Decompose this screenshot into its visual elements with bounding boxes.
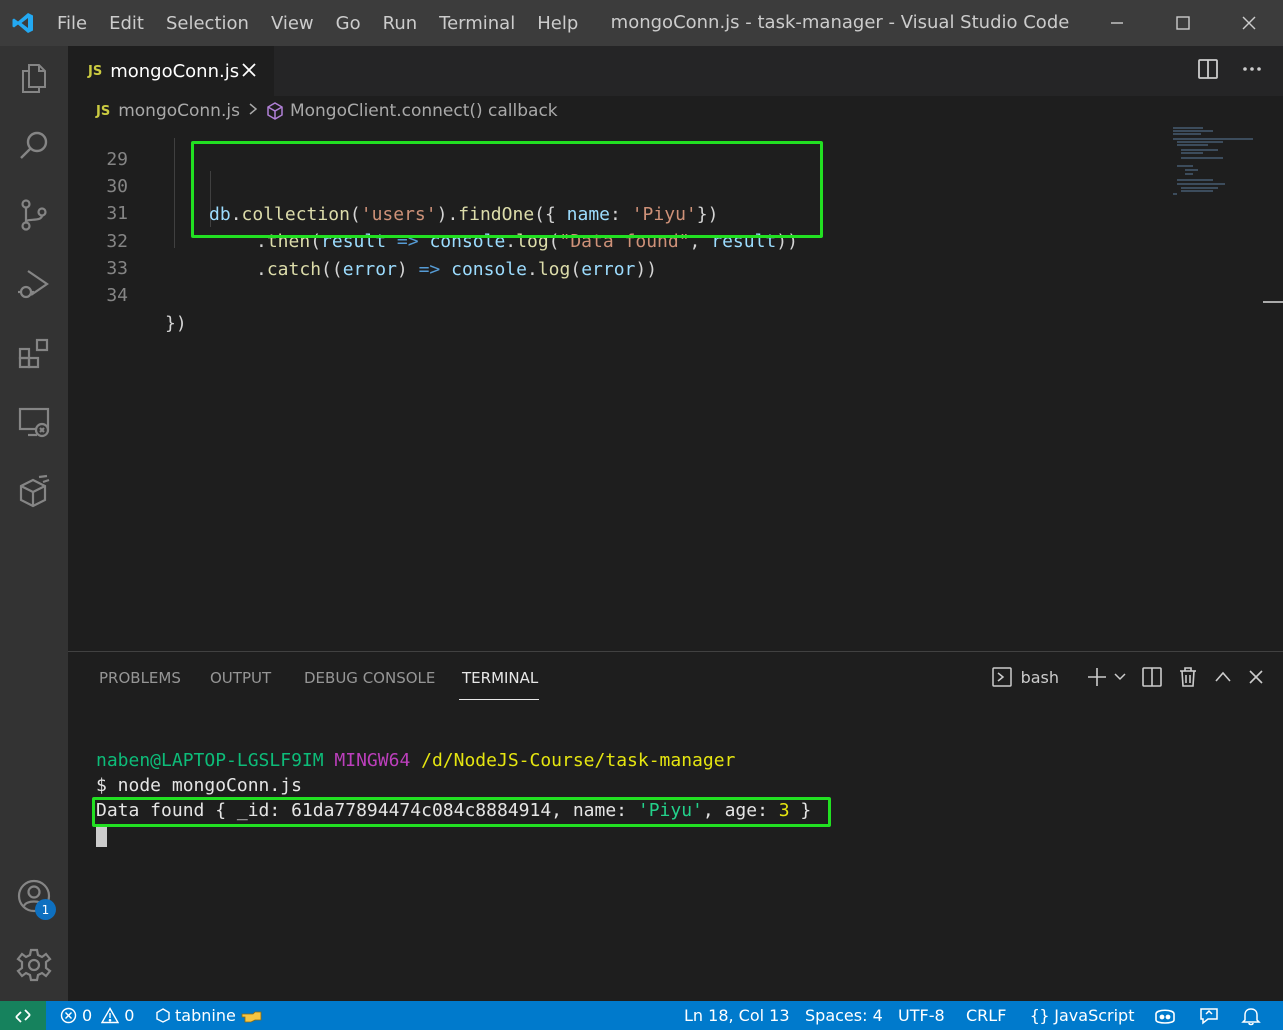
split-editor-icon[interactable] xyxy=(1197,58,1219,84)
terminal-prompt-line: naben@LAPTOP-LGSLF9IM MINGW64 /d/NodeJS-… xyxy=(96,749,735,773)
manage-gear-icon[interactable] xyxy=(12,943,56,987)
new-terminal-icon[interactable] xyxy=(1087,667,1107,687)
language-mode[interactable]: {} JavaScript xyxy=(1030,1006,1134,1025)
encoding-status[interactable]: UTF-8 xyxy=(898,1006,945,1025)
menu-file[interactable]: File xyxy=(46,13,98,34)
menu-selection[interactable]: Selection xyxy=(155,13,260,34)
close-panel-icon[interactable] xyxy=(1247,668,1265,686)
feedback-icon[interactable] xyxy=(1199,1006,1219,1026)
terminal-shell-name[interactable]: bash xyxy=(1021,668,1059,687)
js-file-icon: JS xyxy=(88,63,103,79)
breadcrumb: JS mongoConn.js MongoClient.connect() ca… xyxy=(68,96,1283,126)
remote-indicator-icon[interactable] xyxy=(0,1001,46,1030)
window-title: mongoConn.js - task-manager - Visual Stu… xyxy=(610,12,1070,33)
run-debug-icon[interactable] xyxy=(12,262,56,306)
eol-status[interactable]: CRLF xyxy=(966,1006,1006,1025)
pointing-hand-icon xyxy=(241,1008,263,1024)
package-extension-icon[interactable] xyxy=(12,469,56,513)
notifications-bell-icon[interactable] xyxy=(1241,1006,1261,1026)
cursor-position[interactable]: Ln 18, Col 13 xyxy=(684,1006,790,1025)
tab-debug-console[interactable]: DEBUG CONSOLE xyxy=(304,669,435,687)
source-control-icon[interactable] xyxy=(12,193,56,237)
terminal-cursor xyxy=(96,827,107,847)
menu-go[interactable]: Go xyxy=(325,13,372,34)
close-tab-icon[interactable] xyxy=(238,59,260,85)
vscode-logo-icon xyxy=(0,0,46,46)
minimize-button[interactable] xyxy=(1084,0,1150,46)
accounts-badge: 1 xyxy=(35,899,56,920)
tab-mongoconn-js[interactable]: JS mongoConn.js xyxy=(68,46,274,96)
line-number: 34 xyxy=(106,285,128,306)
menu-terminal[interactable]: Terminal xyxy=(428,13,526,34)
editor-actions xyxy=(1197,58,1263,84)
terminal-env: MINGW64 xyxy=(334,750,411,771)
explorer-icon[interactable] xyxy=(12,56,56,100)
more-actions-icon[interactable] xyxy=(1241,58,1263,84)
copilot-icon[interactable] xyxy=(1153,1006,1177,1026)
extensions-icon[interactable] xyxy=(12,331,56,375)
menu-run[interactable]: Run xyxy=(372,13,429,34)
chevron-right-icon xyxy=(248,101,258,121)
menu-bar: File Edit Selection View Go Run Terminal… xyxy=(46,0,589,46)
menu-view[interactable]: View xyxy=(260,13,325,34)
tab-label: mongoConn.js xyxy=(110,60,240,82)
trash-icon[interactable] xyxy=(1177,666,1199,688)
activity-bar: 1 xyxy=(0,46,68,1001)
maximize-panel-icon[interactable] xyxy=(1213,667,1233,687)
close-window-button[interactable] xyxy=(1216,0,1282,46)
error-count: 0 xyxy=(82,1006,93,1025)
minimap[interactable] xyxy=(1163,126,1258,206)
split-terminal-icon[interactable] xyxy=(1141,666,1163,688)
warning-count: 0 xyxy=(124,1006,135,1025)
tabnine-label: tabnine xyxy=(175,1006,236,1025)
terminal-shell-icon xyxy=(991,666,1013,688)
maximize-button[interactable] xyxy=(1150,0,1216,46)
panel-actions: bash xyxy=(991,666,1265,688)
indentation-status[interactable]: Spaces: 4 xyxy=(805,1006,883,1025)
active-tab-indicator xyxy=(459,699,539,700)
code-highlight-box xyxy=(191,141,823,238)
breadcrumb-file[interactable]: mongoConn.js xyxy=(118,101,240,121)
tab-problems[interactable]: PROBLEMS xyxy=(99,669,181,687)
status-bar: 0 0 tabnine Ln 18, Col 13 Spaces: 4 UTF-… xyxy=(0,1001,1283,1030)
title-bar: File Edit Selection View Go Run Terminal… xyxy=(0,0,1283,46)
error-icon xyxy=(60,1007,77,1024)
problems-status[interactable]: 0 0 xyxy=(60,1006,134,1025)
search-icon[interactable] xyxy=(12,124,56,168)
cube-symbol-icon xyxy=(266,102,284,120)
language-label: JavaScript xyxy=(1054,1006,1135,1025)
tabnine-icon xyxy=(156,1008,170,1023)
menu-edit[interactable]: Edit xyxy=(98,13,155,34)
remote-explorer-icon[interactable] xyxy=(12,400,56,444)
code-line-34: 34 }) xyxy=(68,254,1168,334)
js-file-icon: JS xyxy=(96,103,111,119)
tabnine-status[interactable]: tabnine xyxy=(156,1006,263,1025)
terminal-path: /d/NodeJS-Course/task-manager xyxy=(421,750,736,771)
braces-icon: {} xyxy=(1030,1006,1050,1025)
terminal-highlight-box xyxy=(92,797,831,827)
chevron-down-icon[interactable] xyxy=(1113,670,1127,684)
terminal-user: naben@LAPTOP-LGSLF9IM xyxy=(96,750,324,771)
breadcrumb-symbol[interactable]: MongoClient.connect() callback xyxy=(290,101,558,121)
code-text: }) xyxy=(165,313,187,334)
bottom-panel: PROBLEMS OUTPUT DEBUG CONSOLE TERMINAL b… xyxy=(68,651,1283,1001)
tab-output[interactable]: OUTPUT xyxy=(210,669,271,687)
tab-terminal[interactable]: TERMINAL xyxy=(462,669,538,687)
scrollbar-marker[interactable] xyxy=(1263,301,1283,303)
editor-tab-bar: JS mongoConn.js xyxy=(68,46,1283,96)
code-editor[interactable]: 29 30 db.collection('users').findOne({ n… xyxy=(68,126,1283,650)
warning-icon xyxy=(101,1007,120,1024)
terminal-command: $ node mongoConn.js xyxy=(96,775,302,796)
